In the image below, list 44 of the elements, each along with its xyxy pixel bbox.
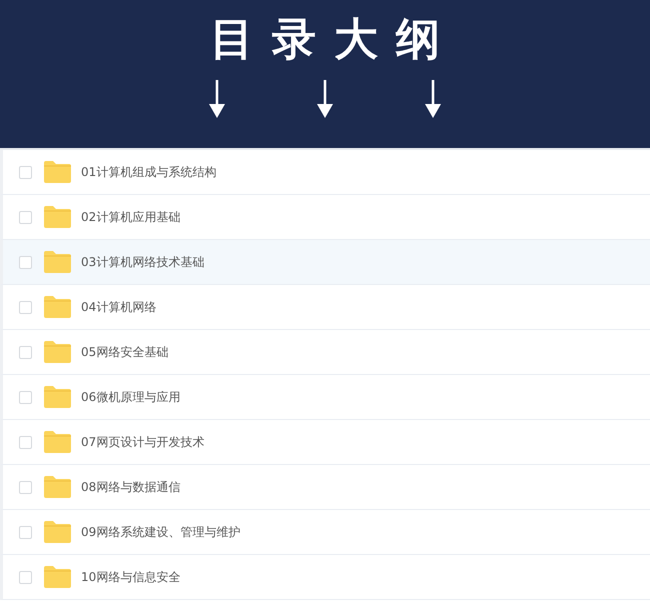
- folder-icon: [44, 566, 71, 588]
- folder-icon: [44, 296, 71, 318]
- folder-name: 06微机原理与应用: [81, 388, 180, 406]
- folder-row[interactable]: 07网页设计与开发技术: [0, 420, 650, 465]
- down-arrow-icon: [209, 80, 225, 118]
- folder-name: 02计算机应用基础: [81, 208, 180, 226]
- folder-row[interactable]: 08网络与数据通信: [0, 465, 650, 510]
- folder-icon: [44, 386, 71, 408]
- folder-name: 09网络系统建设、管理与维护: [81, 524, 240, 540]
- folder-name: 07网页设计与开发技术: [81, 434, 204, 450]
- folder-row[interactable]: 10网络与信息安全: [0, 555, 650, 600]
- checkbox[interactable]: [19, 166, 32, 178]
- down-arrow-icon: [317, 80, 333, 118]
- folder-name: 04计算机网络: [81, 298, 156, 316]
- folder-name: 01计算机组成与系统结构: [81, 164, 216, 180]
- folder-name: 05网络安全基础: [81, 344, 168, 360]
- folder-name: 03计算机网络技术基础: [81, 254, 204, 270]
- checkbox[interactable]: [19, 210, 32, 224]
- folder-icon: [44, 161, 71, 183]
- checkbox[interactable]: [19, 570, 32, 584]
- checkbox[interactable]: [19, 300, 32, 314]
- folder-row[interactable]: 01计算机组成与系统结构: [0, 150, 650, 195]
- folder-row[interactable]: 04计算机网络: [0, 285, 650, 330]
- folder-row[interactable]: 09网络系统建设、管理与维护: [0, 510, 650, 555]
- folder-icon: [44, 431, 71, 453]
- folder-icon: [44, 206, 71, 228]
- folder-name: 10网络与信息安全: [81, 568, 180, 586]
- folder-icon: [44, 476, 71, 498]
- folder-row[interactable]: 02计算机应用基础: [0, 195, 650, 240]
- checkbox[interactable]: [19, 526, 32, 538]
- folder-icon: [44, 251, 71, 273]
- checkbox[interactable]: [19, 346, 32, 358]
- folder-icon: [44, 521, 71, 543]
- folder-row[interactable]: 03计算机网络技术基础: [0, 240, 650, 285]
- down-arrow-icon: [425, 80, 441, 118]
- checkbox[interactable]: [19, 480, 32, 494]
- folder-icon: [44, 341, 71, 363]
- folder-row[interactable]: 06微机原理与应用: [0, 375, 650, 420]
- banner-title: 目录大纲: [210, 13, 458, 67]
- checkbox[interactable]: [19, 436, 32, 448]
- folder-name: 08网络与数据通信: [81, 478, 180, 496]
- checkbox[interactable]: [19, 256, 32, 268]
- folder-row[interactable]: 05网络安全基础: [0, 330, 650, 375]
- checkbox[interactable]: [19, 390, 32, 404]
